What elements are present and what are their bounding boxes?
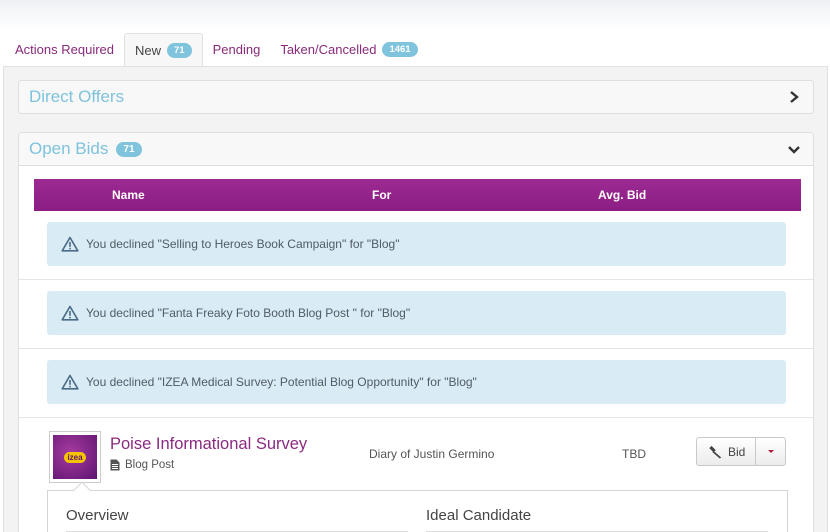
ideal-candidate-heading: Ideal Candidate bbox=[426, 507, 532, 524]
campaign-type: Blog Post bbox=[110, 459, 174, 471]
tab-pending[interactable]: Pending bbox=[203, 33, 271, 66]
campaign-for: Diary of Justin Germino bbox=[369, 447, 495, 461]
direct-offers-header[interactable]: Direct Offers bbox=[18, 80, 814, 114]
section-title: Direct Offers bbox=[29, 87, 124, 107]
column-header-name[interactable]: Name bbox=[112, 188, 145, 202]
table-row: izea Poise Informational Survey Blog Pos… bbox=[19, 417, 813, 532]
tab-label: Actions Required bbox=[15, 42, 114, 57]
status-tabs: Actions Required New 71 Pending Taken/Ca… bbox=[5, 33, 428, 67]
chevron-right-icon[interactable] bbox=[787, 89, 801, 105]
column-header-for[interactable]: For bbox=[372, 188, 391, 202]
overview-heading: Overview bbox=[66, 507, 129, 524]
count-badge: 71 bbox=[167, 43, 192, 58]
gavel-icon bbox=[709, 445, 722, 459]
warning-icon bbox=[61, 305, 79, 321]
caret-down-icon bbox=[767, 449, 774, 453]
chevron-down-icon[interactable] bbox=[787, 141, 801, 157]
top-bar-fade bbox=[0, 0, 830, 30]
campaign-details: Overview Ideal Candidate bbox=[47, 481, 788, 532]
logo-text: izea bbox=[64, 451, 86, 463]
details-pointer bbox=[73, 481, 91, 499]
decline-message: You declined "Fanta Freaky Foto Booth Bl… bbox=[86, 306, 411, 320]
izea-logo: izea bbox=[53, 435, 97, 479]
bid-button[interactable]: Bid bbox=[697, 438, 757, 465]
open-bids-title: Open Bids bbox=[29, 139, 109, 158]
tab-label: New bbox=[135, 43, 162, 58]
campaign-thumbnail[interactable]: izea bbox=[49, 431, 101, 483]
campaign-type-label: Blog Post bbox=[125, 459, 175, 471]
column-header-avg-bid[interactable]: Avg. Bid bbox=[598, 188, 646, 202]
bid-label: Bid bbox=[728, 444, 746, 459]
decline-alert: You declined "IZEA Medical Survey: Poten… bbox=[47, 360, 786, 404]
bid-dropdown-toggle[interactable] bbox=[756, 438, 785, 465]
table-row: You declined "Selling to Heroes Book Cam… bbox=[19, 211, 813, 280]
count-badge: 1461 bbox=[382, 42, 418, 57]
bid-button-group: Bid bbox=[696, 437, 787, 466]
document-icon bbox=[110, 459, 120, 471]
tab-new[interactable]: New 71 bbox=[124, 33, 203, 67]
table-row: You declined "IZEA Medical Survey: Poten… bbox=[19, 349, 813, 418]
decline-alert: You declined "Fanta Freaky Foto Booth Bl… bbox=[47, 291, 786, 335]
tab-label: Pending bbox=[212, 42, 261, 57]
open-bids-body: Name For Avg. Bid You declined "Selling … bbox=[18, 166, 814, 532]
warning-icon bbox=[61, 374, 79, 390]
tab-label: Taken/Cancelled bbox=[280, 42, 377, 57]
direct-offers-title: Direct Offers bbox=[29, 87, 125, 106]
section-title: Open Bids 71 bbox=[29, 139, 142, 159]
decline-message: You declined "IZEA Medical Survey: Poten… bbox=[86, 375, 477, 389]
tab-actions-required[interactable]: Actions Required bbox=[5, 33, 124, 66]
table-header: Name For Avg. Bid bbox=[34, 179, 801, 211]
campaign-title-link[interactable]: Poise Informational Survey bbox=[110, 435, 307, 454]
warning-icon bbox=[61, 236, 79, 252]
decline-message: You declined "Selling to Heroes Book Cam… bbox=[86, 237, 400, 251]
open-bids-header[interactable]: Open Bids 71 bbox=[18, 132, 814, 166]
table-row: You declined "Fanta Freaky Foto Booth Bl… bbox=[19, 280, 813, 349]
decline-alert: You declined "Selling to Heroes Book Cam… bbox=[47, 222, 786, 266]
tab-content-panel: Direct Offers Open Bids 71 Name For Avg.… bbox=[3, 66, 828, 532]
count-badge: 71 bbox=[116, 141, 142, 157]
tab-taken-cancelled[interactable]: Taken/Cancelled 1461 bbox=[270, 33, 427, 66]
campaign-avg-bid: TBD bbox=[622, 447, 646, 461]
